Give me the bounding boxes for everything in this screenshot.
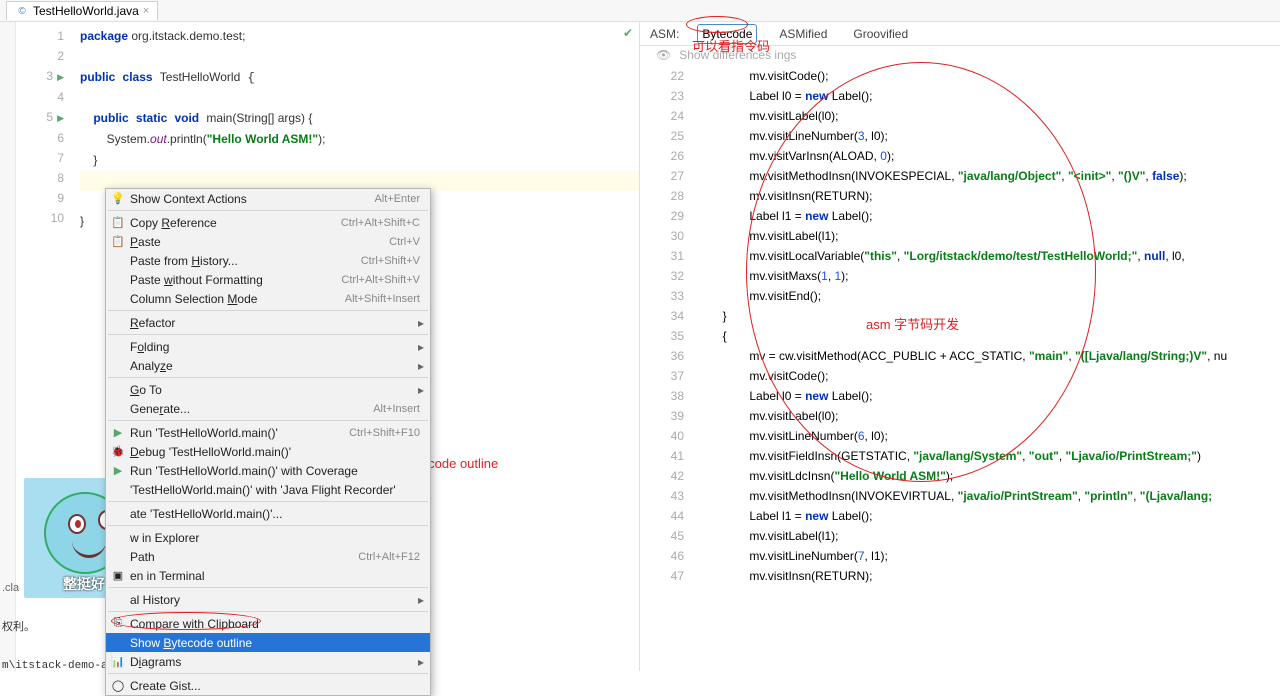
asm-sub-text: Show differences ings (679, 48, 796, 62)
menu-item-icon: ⎘ (110, 616, 126, 632)
editor-tab-bar: © TestHelloWorld.java × (0, 0, 1280, 22)
context-menu-item[interactable]: Folding▸ (106, 337, 430, 356)
tab-asmified[interactable]: ASMified (775, 25, 831, 43)
bottom-text-1: 权利。 (2, 618, 35, 634)
close-icon[interactable]: × (143, 5, 149, 17)
context-menu-item[interactable]: w in Explorer (106, 528, 430, 547)
run-gutter-icon[interactable]: ▶ (57, 72, 64, 82)
context-menu-item[interactable]: ▣en in Terminal (106, 566, 430, 585)
context-menu-item[interactable]: ◯Create Gist... (106, 676, 430, 695)
bottom-path-text: m\itstack-demo-as (2, 660, 114, 672)
context-menu-item[interactable]: 📋Copy ReferenceCtrl+Alt+Shift+C (106, 213, 430, 232)
menu-item-icon: ◯ (110, 678, 126, 694)
context-menu-item[interactable]: Paste without FormattingCtrl+Alt+Shift+V (106, 270, 430, 289)
context-menu-item[interactable]: Go To▸ (106, 380, 430, 399)
context-menu-item[interactable]: ⎘Compare with Clipboard (106, 614, 430, 633)
context-menu-item[interactable]: ▶Run 'TestHelloWorld.main()' with Covera… (106, 461, 430, 480)
asm-code: mv.visitCode(); Label l0 = new Label(); … (684, 66, 1280, 669)
tab-groovified[interactable]: Groovified (849, 25, 912, 43)
tab-bytecode[interactable]: Bytecode (697, 24, 757, 44)
chevron-right-icon: ▸ (418, 593, 424, 607)
asm-gutter: 2223242526272829303132333435363738394041… (640, 66, 684, 669)
asm-header: ASM: Bytecode ASMified Groovified (640, 22, 1280, 46)
run-gutter-icon[interactable]: ▶ (57, 113, 64, 123)
editor-gutter: 123▶4 5▶678910 (16, 22, 72, 232)
asm-content[interactable]: 2223242526272829303132333435363738394041… (640, 64, 1280, 671)
menu-item-icon: 📋 (110, 234, 126, 250)
context-menu-item[interactable]: 📊Diagrams▸ (106, 652, 430, 671)
chevron-right-icon: ▸ (418, 340, 424, 354)
context-menu-item[interactable]: Show Bytecode outline (106, 633, 430, 652)
context-menu-item[interactable]: Refactor▸ (106, 313, 430, 332)
eye-icon: 👁 (656, 48, 671, 62)
asm-pane: ASM: Bytecode ASMified Groovified 👁 Show… (640, 22, 1280, 671)
menu-item-icon: ▶ (110, 425, 126, 441)
menu-item-icon: 📋 (110, 215, 126, 231)
menu-item-icon: 🐞 (110, 444, 126, 460)
java-file-icon: © (15, 4, 29, 18)
context-menu-item[interactable]: Generate...Alt+Insert (106, 399, 430, 418)
chevron-right-icon: ▸ (418, 655, 424, 669)
context-menu-item[interactable]: Analyze▸ (106, 356, 430, 375)
asm-subheader: 👁 Show differences ings (640, 46, 1280, 64)
menu-item-icon: ▶ (110, 463, 126, 479)
context-menu: 💡Show Context ActionsAlt+Enter 📋Copy Refe… (105, 188, 431, 696)
menu-item-icon: ▣ (110, 568, 126, 584)
context-menu-item[interactable]: ate 'TestHelloWorld.main()'... (106, 504, 430, 523)
chevron-right-icon: ▸ (418, 316, 424, 330)
context-menu-item[interactable]: Column Selection ModeAlt+Shift+Insert (106, 289, 430, 308)
context-menu-item[interactable]: 'TestHelloWorld.main()' with 'Java Fligh… (106, 480, 430, 499)
file-tab-name: TestHelloWorld.java (33, 4, 139, 18)
marker-strip (0, 22, 16, 671)
asm-label: ASM: (650, 27, 679, 41)
context-menu-item[interactable]: ▶Run 'TestHelloWorld.main()'Ctrl+Shift+F… (106, 423, 430, 442)
chevron-right-icon: ▸ (418, 359, 424, 373)
context-menu-item[interactable]: Paste from History...Ctrl+Shift+V (106, 251, 430, 270)
chevron-right-icon: ▸ (418, 383, 424, 397)
context-menu-item[interactable]: PathCtrl+Alt+F12 (106, 547, 430, 566)
context-menu-item[interactable]: 🐞Debug 'TestHelloWorld.main()' (106, 442, 430, 461)
context-menu-item[interactable]: 📋PasteCtrl+V (106, 232, 430, 251)
context-menu-item[interactable]: al History▸ (106, 590, 430, 609)
file-tab[interactable]: © TestHelloWorld.java × (6, 1, 158, 20)
context-menu-item[interactable]: 💡Show Context ActionsAlt+Enter (106, 189, 430, 208)
sidebar-cls-label: .cla (2, 582, 19, 594)
menu-item-icon: 💡 (110, 191, 126, 207)
inspection-ok-icon: ✔ (623, 26, 633, 40)
menu-item-icon: 📊 (110, 654, 126, 670)
